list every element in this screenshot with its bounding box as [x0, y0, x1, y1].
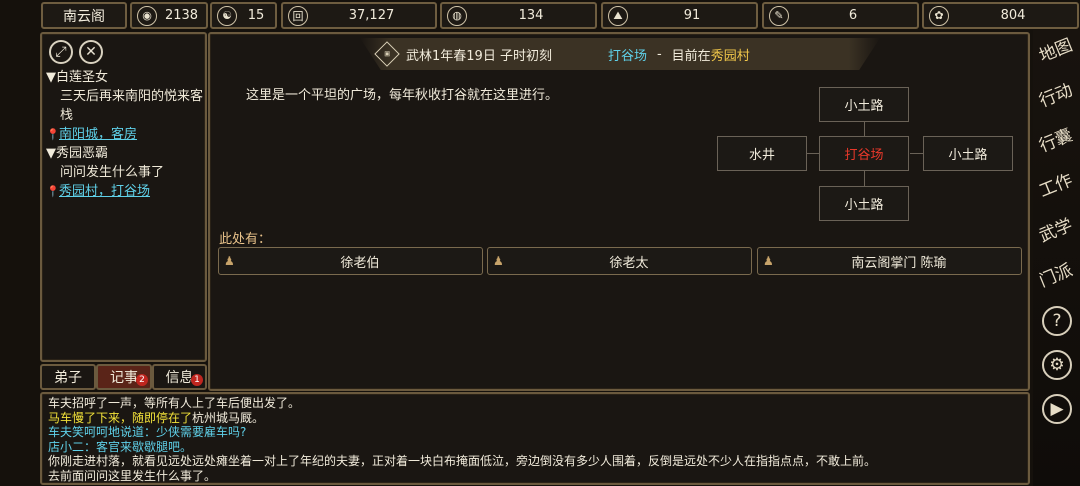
log-line: 去前面问问这里发生什么事了。 [48, 468, 217, 483]
current-location-label[interactable]: 南云阁 [41, 2, 127, 29]
notification-badge: 1 [191, 374, 203, 386]
map-connector [910, 153, 923, 154]
map-node-north[interactable]: 小土路 [819, 87, 909, 122]
food-bowl-icon: ◍ [447, 5, 467, 26]
stat-value: 804 [1000, 8, 1026, 23]
quest-item: ▼秀园恶霸 问问发生什么事了 📍秀园村，打谷场 [46, 144, 204, 201]
close-icon[interactable]: ✕ [79, 40, 103, 64]
yin-yang-icon: ☯ [217, 5, 237, 26]
quest-location-link[interactable]: 📍秀园村，打谷场 [46, 182, 204, 201]
settings-icon[interactable]: ⚙ [1042, 350, 1072, 380]
log-line: 店小二：客官来歇歇腿吧。 [48, 439, 193, 454]
scene-place: 打谷场 [607, 48, 647, 64]
quest-title[interactable]: ▼秀园恶霸 [46, 144, 204, 163]
menu-sect[interactable]: 门派 [1029, 249, 1080, 304]
time-banner: ◈ 武林1年春19日 子时初刻 打谷场 - 目前在 秀园村 [360, 38, 880, 70]
location-pin-icon: 📍 [46, 185, 60, 198]
log-line: 车夫笑呵呵地说道：少侠需要雇车吗? [48, 425, 247, 440]
help-icon[interactable]: ? [1042, 306, 1072, 336]
quest-description: 问问发生什么事了 [60, 165, 165, 180]
menu-martial-arts[interactable]: 武学 [1029, 204, 1080, 259]
person-icon: ♟ [224, 254, 235, 268]
menu-map[interactable]: 地图 [1029, 24, 1080, 79]
location-pin-icon: 📍 [46, 128, 60, 141]
stat-value: 6 [848, 8, 858, 23]
figure-icon: ⛰ [608, 5, 628, 26]
stat-value: 91 [683, 8, 701, 23]
map-node-south[interactable]: 小土路 [819, 186, 909, 221]
menu-action[interactable]: 行动 [1029, 69, 1080, 124]
quest-list: ▼白莲圣女 三天后再来南阳的悦来客栈 📍南阳城，客房 ▼秀园恶霸 问问发生什么事… [46, 68, 204, 201]
current-village: 秀园村 [710, 48, 750, 64]
coin-bag-icon: ◉ [137, 5, 157, 26]
stat-value: 15 [247, 8, 265, 23]
tab-journal[interactable]: 记事 2 [96, 364, 152, 390]
quest-location-link[interactable]: 📍南阳城，客房 [46, 125, 204, 144]
stat-food: ◍ 134 [440, 2, 597, 29]
stat-value: 134 [518, 8, 544, 23]
compass-icon: ◈ [374, 41, 400, 67]
npc-name: 徐老伯 [340, 255, 380, 271]
stat-coins: 回 37,127 [281, 2, 437, 29]
tab-label: 记事 [110, 370, 138, 386]
copper-coin-icon: 回 [288, 5, 308, 26]
person-icon: ♟ [493, 254, 504, 268]
stat-money: ◉ 2138 [130, 2, 208, 29]
stat-karma: ☯ 15 [210, 2, 277, 29]
quest-location-text[interactable]: 秀园村，打谷场 [59, 184, 150, 199]
tab-messages[interactable]: 信息 1 [152, 364, 207, 390]
tab-label: 弟子 [54, 370, 82, 386]
game-time: 武林1年春19日 子时初刻 [406, 48, 552, 64]
map-node-east[interactable]: 小土路 [923, 136, 1013, 171]
message-log-panel[interactable]: 车夫招呼了一声，等所有人上了车后便出发了。 马车慢了下来，随即停在了杭州城马厩。… [40, 392, 1030, 485]
npc-name: 南云阁掌门 陈瑜 [851, 255, 947, 271]
quest-title[interactable]: ▼白莲圣女 [46, 68, 204, 87]
scroll-icon: ✎ [769, 5, 789, 26]
separator: - [656, 46, 662, 62]
map-node-current: 打谷场 [819, 136, 909, 171]
npc-button[interactable]: ♟ 南云阁掌门 陈瑜 [757, 247, 1022, 275]
scene-panel: ◈ 武林1年春19日 子时初刻 打谷场 - 目前在 秀园村 这里是一个平坦的广场… [208, 32, 1030, 391]
quest-description: 三天后再来南阳的悦来客栈 [60, 89, 204, 123]
log-text: 杭州城马厩。 [192, 410, 265, 425]
log-line: 你刚走进村落，就看见远处远处瘫坐着一对上了年纪的夫妻，正对着一块白布掩面低泣，旁… [48, 454, 877, 469]
map-node-west[interactable]: 水井 [717, 136, 807, 171]
quest-location-text[interactable]: 南阳城，客房 [59, 127, 137, 142]
person-icon: ♟ [763, 254, 774, 268]
quest-item: ▼白莲圣女 三天后再来南阳的悦来客栈 📍南阳城，客房 [46, 68, 204, 144]
log-line: 车夫招呼了一声，等所有人上了车后便出发了。 [48, 396, 301, 410]
notification-badge: 2 [136, 374, 148, 386]
expand-icon[interactable]: ⤢ [49, 40, 73, 64]
current-prefix: 目前在 [671, 48, 711, 64]
present-npcs-label: 此处有： [219, 232, 272, 247]
stat-beasts: ✿ 804 [922, 2, 1079, 29]
message-log: 车夫招呼了一声，等所有人上了车后便出发了。 马车慢了下来，随即停在了杭州城马厩。… [48, 396, 876, 484]
stat-stamina: ⛰ 91 [601, 2, 758, 29]
play-icon[interactable]: ▶ [1042, 394, 1072, 424]
map-connector [864, 122, 865, 136]
npc-button[interactable]: ♟ 徐老太 [487, 247, 752, 275]
map-connector [864, 171, 865, 186]
stat-scrolls: ✎ 6 [762, 2, 919, 29]
menu-work[interactable]: 工作 [1029, 159, 1080, 214]
tab-disciples[interactable]: 弟子 [40, 364, 96, 390]
npc-name: 徐老太 [609, 255, 649, 271]
log-text: 马车慢了下来，随即停在了 [48, 410, 193, 425]
stat-value: 37,127 [348, 8, 395, 23]
stat-value: 2138 [164, 8, 199, 23]
tab-label: 信息 [165, 370, 194, 386]
menu-bag[interactable]: 行囊 [1029, 114, 1080, 169]
quest-panel: ⤢ ✕ ▼白莲圣女 三天后再来南阳的悦来客栈 📍南阳城，客房 ▼秀园恶霸 问问发… [40, 32, 207, 362]
scene-description: 这里是一个平坦的广场，每年秋收打谷就在这里进行。 [246, 88, 559, 103]
side-menu: 地图 行动 行囊 工作 武学 门派 ? ⚙ ▶ [1033, 30, 1080, 486]
log-line: 马车慢了下来，随即停在了杭州城马厩。 [48, 411, 876, 426]
beast-icon: ✿ [929, 5, 949, 26]
npc-button[interactable]: ♟ 徐老伯 [218, 247, 483, 275]
